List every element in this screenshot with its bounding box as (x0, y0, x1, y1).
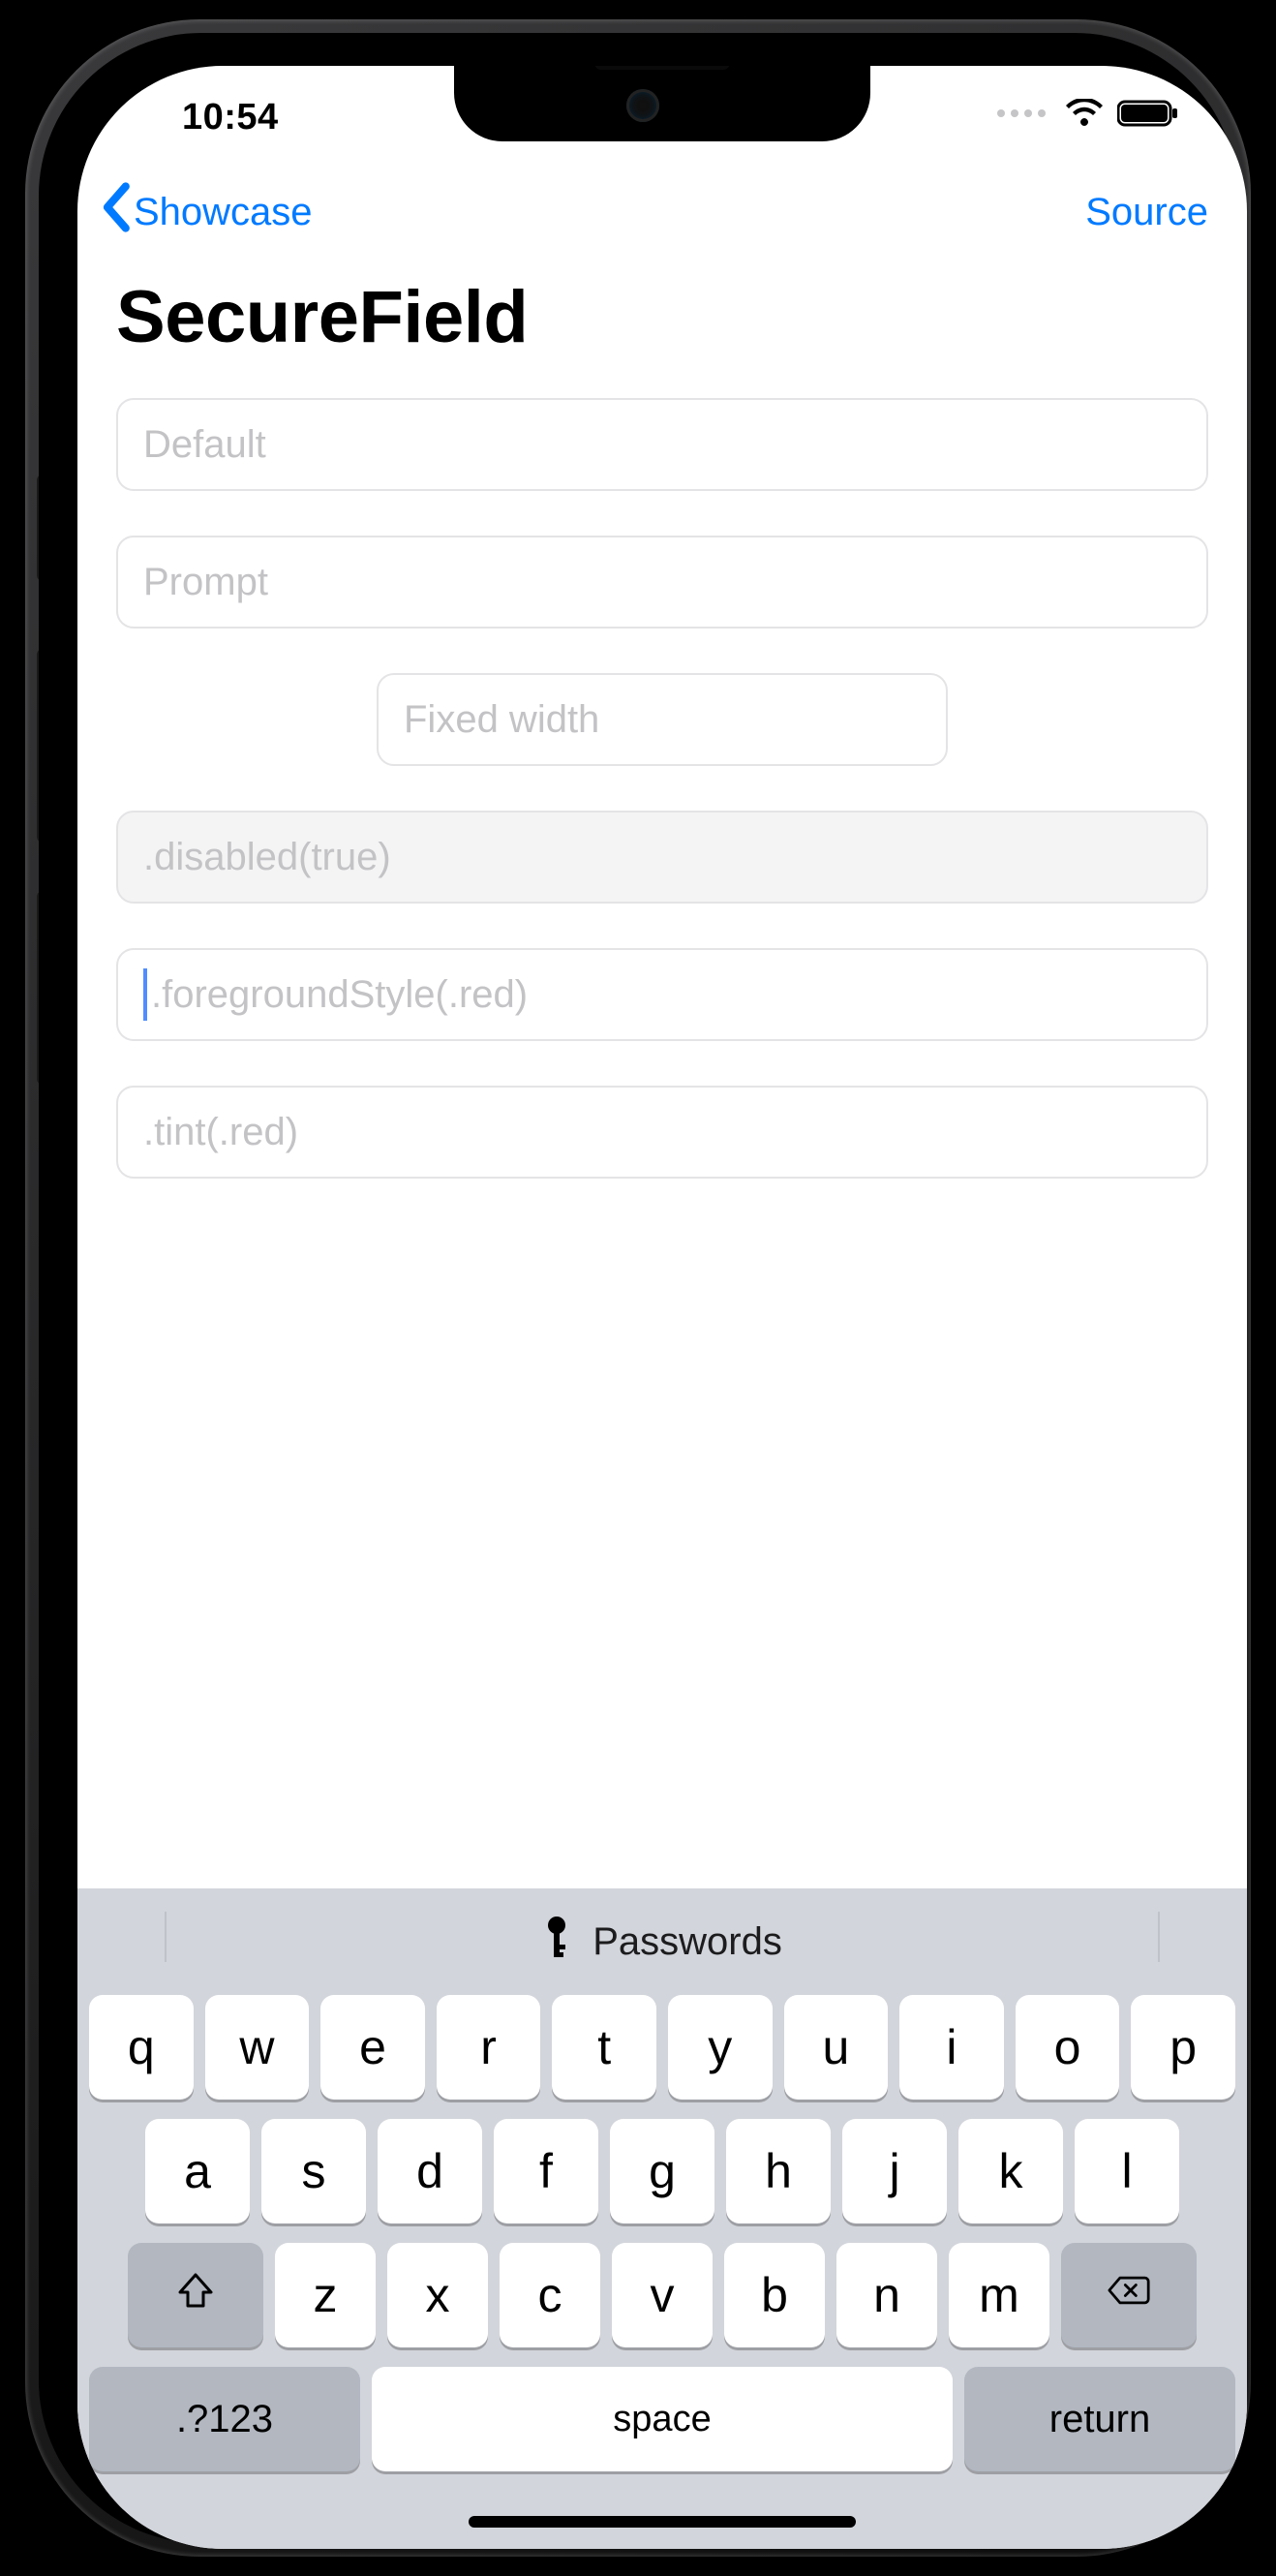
key-b[interactable]: b (724, 2243, 825, 2347)
key-delete[interactable] (1061, 2243, 1197, 2347)
key-h[interactable]: h (726, 2119, 831, 2223)
fields-stack: Default Prompt Fixed width .disabled(tru… (77, 388, 1247, 1188)
delete-icon (1108, 2269, 1150, 2321)
key-c[interactable]: c (500, 2243, 600, 2347)
secure-field-fixed-width[interactable]: Fixed width (377, 673, 948, 766)
key-numeric[interactable]: .?123 (89, 2367, 360, 2471)
key-e[interactable]: e (320, 1995, 425, 2100)
back-button[interactable]: Showcase (97, 181, 313, 243)
key-f[interactable]: f (494, 2119, 598, 2223)
key-u[interactable]: u (784, 1995, 889, 2100)
screen: 10:54 Showcase (77, 66, 1247, 2549)
key-y[interactable]: y (668, 1995, 773, 2100)
cellular-dots-icon (997, 109, 1046, 117)
key-shift[interactable] (128, 2243, 263, 2347)
shift-icon (174, 2269, 217, 2321)
key-i[interactable]: i (899, 1995, 1004, 2100)
placeholder: .tint(.red) (143, 1111, 298, 1154)
source-button[interactable]: Source (1085, 191, 1208, 234)
secure-field-foreground-red[interactable]: .foregroundStyle(.red) (116, 948, 1208, 1041)
nav-bar: Showcase Source (77, 159, 1247, 265)
secure-field-default[interactable]: Default (116, 398, 1208, 491)
battery-icon (1117, 99, 1179, 128)
keyboard-suggestion-bar: Passwords (77, 1888, 1247, 1995)
key-x[interactable]: x (387, 2243, 488, 2347)
key-icon (542, 1916, 571, 1968)
key-return[interactable]: return (964, 2367, 1235, 2471)
key-l[interactable]: l (1075, 2119, 1179, 2223)
placeholder: Prompt (143, 561, 268, 604)
key-p[interactable]: p (1131, 1995, 1235, 2100)
key-o[interactable]: o (1016, 1995, 1120, 2100)
key-t[interactable]: t (552, 1995, 656, 2100)
placeholder: Fixed width (404, 698, 599, 742)
secure-field-tint-red[interactable]: .tint(.red) (116, 1086, 1208, 1179)
key-a[interactable]: a (145, 2119, 250, 2223)
passwords-button[interactable]: Passwords (542, 1916, 782, 1968)
key-g[interactable]: g (610, 2119, 714, 2223)
device-frame: 10:54 Showcase (25, 19, 1251, 2557)
chevron-left-icon (97, 181, 134, 243)
back-label: Showcase (134, 191, 313, 234)
placeholder: .foregroundStyle(.red) (151, 973, 528, 1017)
wifi-icon (1065, 99, 1104, 128)
key-m[interactable]: m (949, 2243, 1049, 2347)
notch (454, 66, 870, 141)
key-s[interactable]: s (261, 2119, 366, 2223)
key-j[interactable]: j (842, 2119, 947, 2223)
home-indicator[interactable] (469, 2516, 856, 2528)
key-d[interactable]: d (378, 2119, 482, 2223)
page-title: SecureField (77, 265, 1247, 388)
secure-field-prompt[interactable]: Prompt (116, 536, 1208, 629)
passwords-label: Passwords (592, 1920, 782, 1964)
status-time: 10:54 (182, 97, 279, 138)
key-space[interactable]: space (372, 2367, 953, 2471)
key-k[interactable]: k (958, 2119, 1063, 2223)
placeholder: .disabled(true) (143, 836, 391, 879)
key-z[interactable]: z (275, 2243, 376, 2347)
text-cursor (143, 968, 147, 1021)
secure-field-disabled: .disabled(true) (116, 811, 1208, 904)
keyboard: Passwords qwertyuiop asdfghjkl zxcvbnm .… (77, 1888, 1247, 2549)
placeholder: Default (143, 423, 266, 467)
key-w[interactable]: w (205, 1995, 310, 2100)
key-r[interactable]: r (437, 1995, 541, 2100)
key-v[interactable]: v (612, 2243, 713, 2347)
key-n[interactable]: n (836, 2243, 937, 2347)
key-q[interactable]: q (89, 1995, 194, 2100)
